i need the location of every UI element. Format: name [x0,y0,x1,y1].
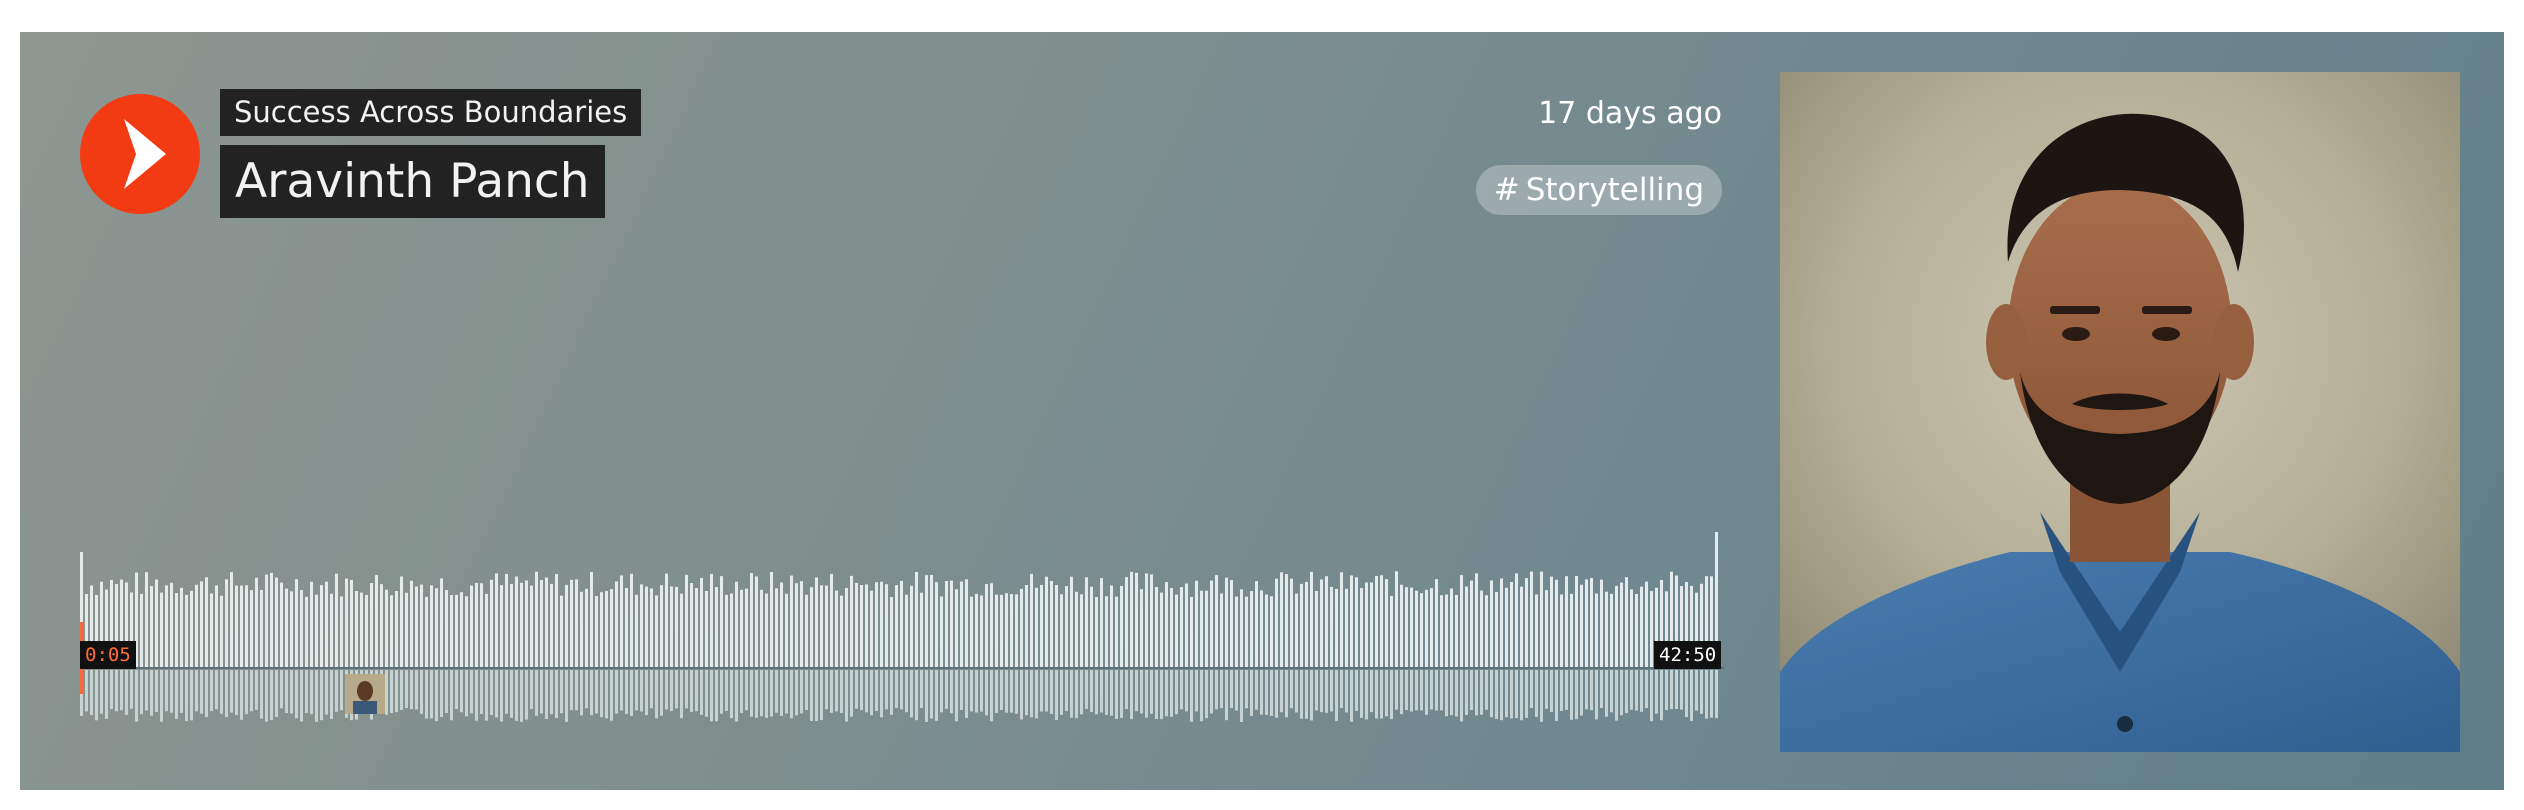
play-button[interactable] [80,94,200,214]
tag-label: Storytelling [1525,172,1704,208]
play-icon [124,119,166,189]
hash-icon: # [1493,172,1520,208]
tag-storytelling[interactable]: # Storytelling [1475,165,1722,215]
comment-avatar[interactable] [345,674,385,714]
audio-player: Success Across Boundaries Aravinth Panch… [20,32,2504,790]
total-duration: 42:50 [1654,641,1722,669]
waveform-baseline [80,667,1724,669]
posted-time: 17 days ago [1538,96,1722,131]
track-title[interactable]: Aravinth Panch [220,145,605,218]
series-link[interactable]: Success Across Boundaries [220,89,642,136]
waveform[interactable] [80,522,1724,772]
guest-portrait [1780,72,2460,752]
current-time: 0:05 [80,641,136,669]
